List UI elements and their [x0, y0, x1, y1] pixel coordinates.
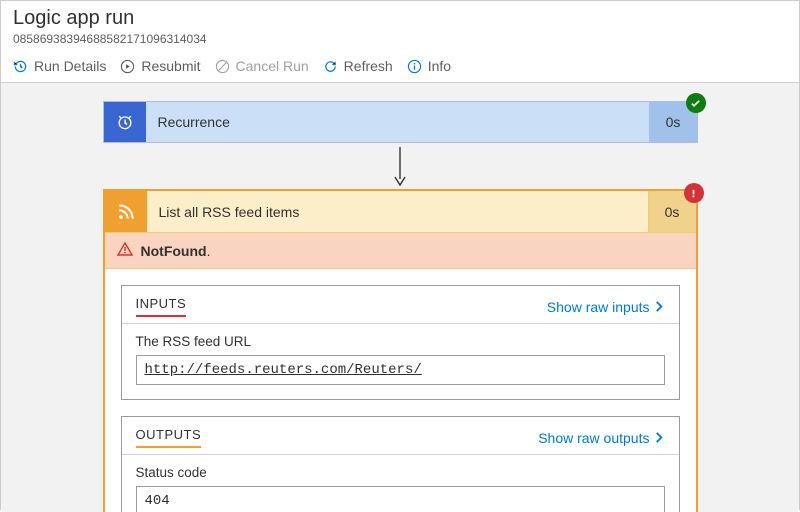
show-raw-outputs-link[interactable]: Show raw outputs	[538, 430, 664, 446]
designer-canvas: Recurrence 0s List all RSS feed items 0s…	[1, 82, 799, 512]
cancel-icon	[215, 59, 230, 74]
rss-icon	[105, 191, 147, 232]
refresh-label: Refresh	[344, 58, 393, 74]
show-raw-inputs-link[interactable]: Show raw inputs	[547, 299, 665, 315]
cancel-run-button: Cancel Run	[215, 58, 309, 74]
step-title: Recurrence	[146, 102, 649, 142]
run-details-label: Run Details	[34, 58, 106, 74]
success-badge	[686, 93, 706, 113]
clock-icon	[104, 102, 146, 142]
history-icon	[13, 59, 28, 74]
inputs-section: INPUTS Show raw inputs The RSS feed URL …	[121, 285, 680, 400]
toolbar: Run Details Resubmit Cancel Run Refresh …	[1, 50, 799, 82]
chevron-right-icon	[654, 301, 665, 312]
outputs-section: OUTPUTS Show raw outputs Status code 404	[121, 416, 680, 512]
page-header: Logic app run 08586938394688582171096314…	[1, 1, 799, 50]
error-bar: NotFound.	[105, 233, 696, 269]
resubmit-icon	[120, 59, 135, 74]
refresh-icon	[323, 59, 338, 74]
cancel-run-label: Cancel Run	[236, 58, 309, 74]
field-value-status: 404	[136, 486, 665, 512]
run-id: 08586938394688582171096314034	[13, 32, 787, 46]
run-details-button[interactable]: Run Details	[13, 58, 106, 74]
warning-icon	[117, 241, 133, 260]
resubmit-label: Resubmit	[141, 58, 200, 74]
step-title: List all RSS feed items	[147, 191, 648, 232]
field-label-status: Status code	[136, 465, 665, 480]
page-title: Logic app run	[13, 7, 787, 30]
error-badge	[684, 183, 704, 203]
info-label: Info	[428, 58, 451, 74]
info-icon	[407, 59, 422, 74]
outputs-heading: OUTPUTS	[136, 427, 202, 448]
info-button[interactable]: Info	[407, 58, 451, 74]
chevron-right-icon	[654, 432, 665, 443]
step-recurrence[interactable]: Recurrence 0s	[103, 101, 698, 143]
resubmit-button[interactable]: Resubmit	[120, 58, 200, 74]
step-rss[interactable]: List all RSS feed items 0s NotFound. INP…	[103, 189, 698, 512]
field-value-url: http://feeds.reuters.com/Reuters/	[136, 355, 665, 385]
refresh-button[interactable]: Refresh	[323, 58, 393, 74]
connector-arrow	[1, 147, 799, 187]
field-label-url: The RSS feed URL	[136, 334, 665, 349]
inputs-heading: INPUTS	[136, 296, 187, 317]
error-text: NotFound	[141, 243, 207, 259]
